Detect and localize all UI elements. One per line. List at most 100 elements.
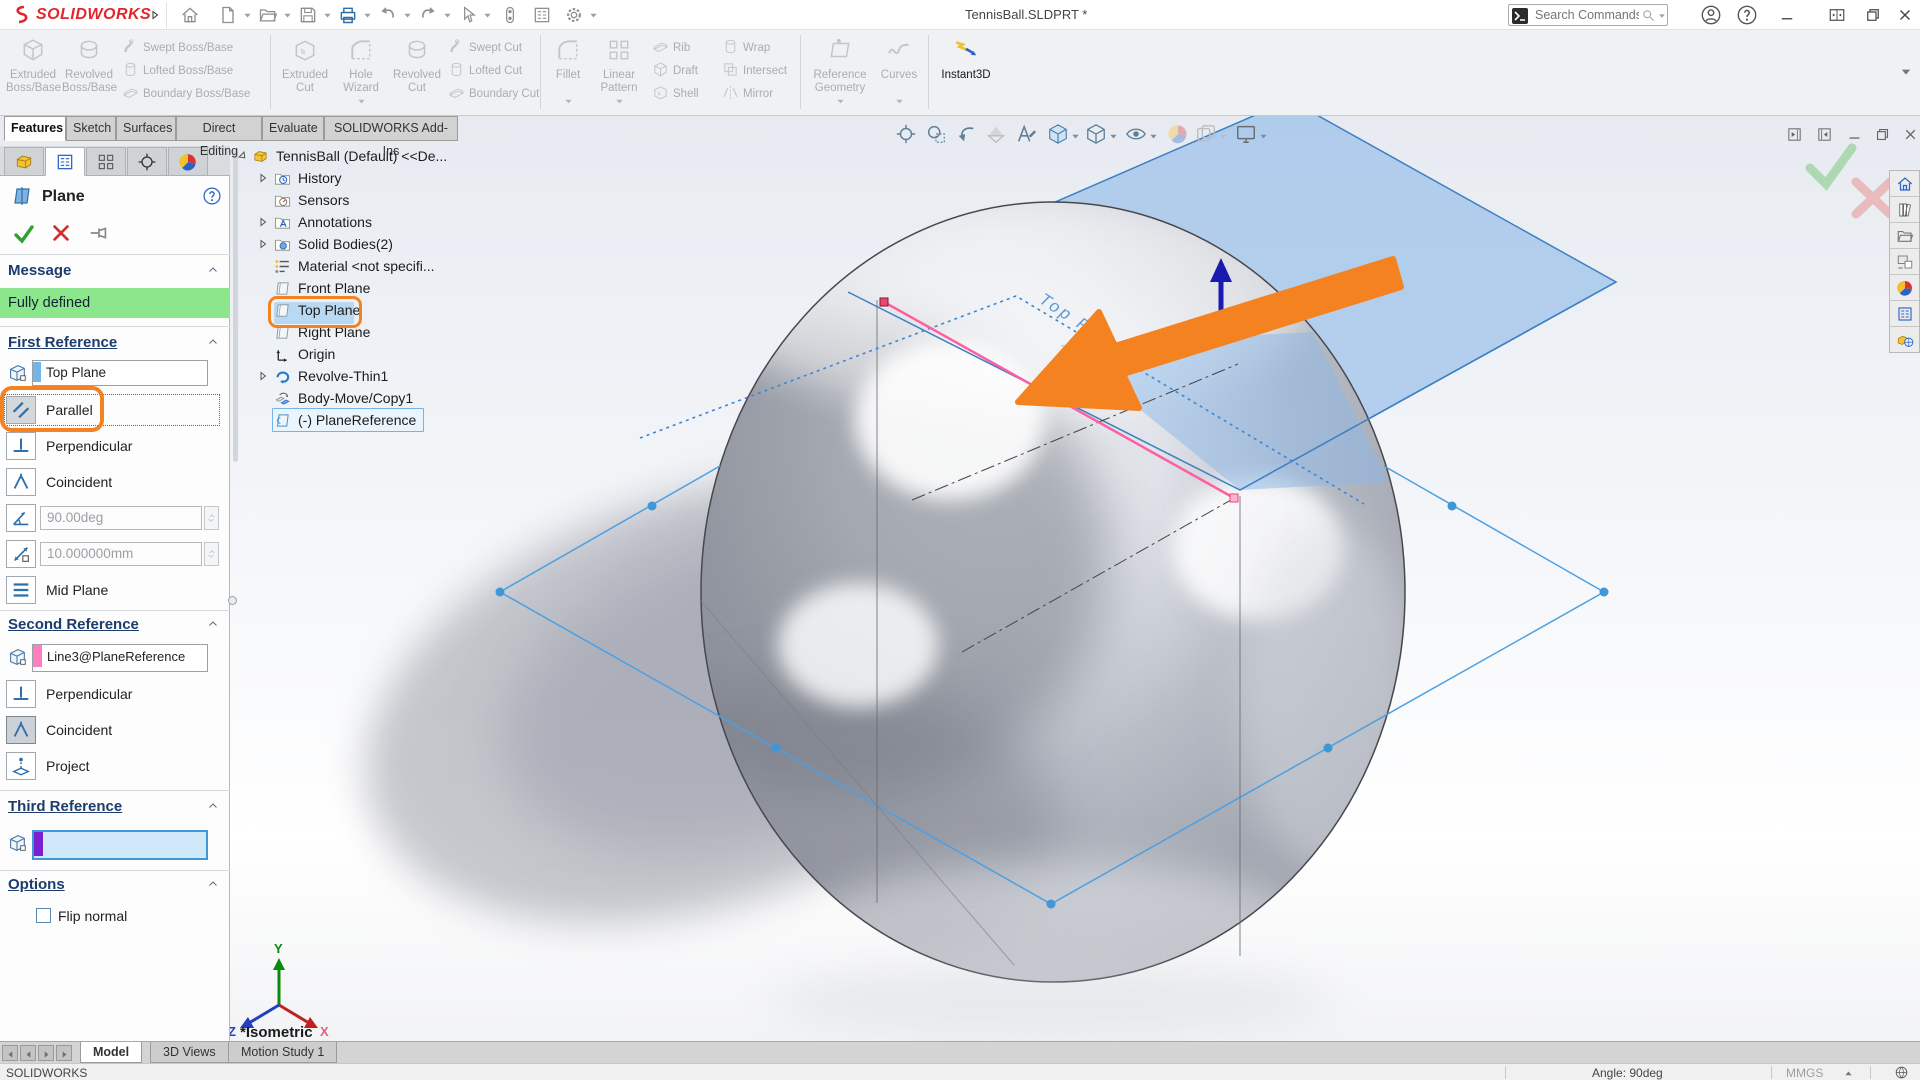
- revolved-cut-button[interactable]: RevolvedCut: [390, 34, 444, 110]
- apply-scene-icon[interactable]: [1195, 123, 1217, 145]
- linear-pattern-caret-icon[interactable]: [615, 97, 624, 106]
- offset-distance-button[interactable]: [6, 540, 36, 568]
- select-caret-icon[interactable]: [483, 11, 492, 20]
- options-caret-icon[interactable]: [589, 11, 598, 20]
- ok-button[interactable]: [12, 222, 36, 246]
- mirror-button[interactable]: Mirror: [722, 84, 773, 106]
- swept-cut-button[interactable]: Swept Cut: [448, 38, 522, 60]
- cancel-button[interactable]: [50, 222, 72, 244]
- previous-view-icon[interactable]: [955, 123, 977, 145]
- print-caret-icon[interactable]: [363, 11, 372, 20]
- boundary-cut-button[interactable]: Boundary Cut: [448, 84, 539, 106]
- edit-appearance-icon[interactable]: [1167, 123, 1189, 145]
- options-collapse-icon[interactable]: [207, 878, 219, 890]
- first-reference-selection-box[interactable]: Top Plane: [32, 360, 208, 386]
- hide-show-caret-icon[interactable]: [1149, 132, 1158, 141]
- minimize-window-icon[interactable]: [1778, 6, 1796, 24]
- taskpane-appearances-button[interactable]: [1890, 275, 1919, 301]
- first-coincident-button[interactable]: [6, 468, 36, 496]
- lofted-cut-button[interactable]: Lofted Cut: [448, 61, 522, 83]
- expand-icon[interactable]: [258, 239, 268, 249]
- logo-expand-icon[interactable]: [150, 10, 160, 20]
- panel-tab-features-tree[interactable]: [4, 147, 44, 176]
- doc-restore-icon[interactable]: [1874, 126, 1891, 143]
- taskpane-design-library-button[interactable]: [1890, 197, 1919, 223]
- fillet-caret-icon[interactable]: [564, 97, 573, 106]
- undo-caret-icon[interactable]: [403, 11, 412, 20]
- draft-button[interactable]: Draft: [652, 61, 698, 83]
- ribbon-collapse-icon[interactable]: [1900, 66, 1912, 78]
- second-reference-selection-box[interactable]: Line3@PlaneReference: [32, 644, 208, 672]
- message-header[interactable]: Message: [8, 262, 71, 279]
- panel-tab-configurations[interactable]: [86, 147, 126, 176]
- user-account-icon[interactable]: [1700, 4, 1722, 26]
- new-document-icon[interactable]: [218, 5, 238, 25]
- third-reference-collapse-icon[interactable]: [207, 800, 219, 812]
- panel-tab-property-manager[interactable]: [45, 147, 85, 176]
- home-icon[interactable]: [180, 5, 200, 25]
- hide-show-items-icon[interactable]: [1125, 123, 1147, 145]
- nav-last-icon[interactable]: [56, 1045, 72, 1061]
- second-coincident-button[interactable]: [6, 716, 36, 744]
- shell-button[interactable]: Shell: [652, 84, 699, 106]
- second-reference-collapse-icon[interactable]: [207, 618, 219, 630]
- search-icon[interactable]: [1641, 8, 1656, 23]
- first-reference-header[interactable]: First Reference: [8, 334, 117, 351]
- save-icon[interactable]: [298, 5, 318, 25]
- magnet-toggle-icon[interactable]: [500, 5, 520, 25]
- tab-surfaces[interactable]: Surfaces: [116, 116, 176, 141]
- reference-geometry-button[interactable]: ReferenceGeometry: [808, 34, 872, 110]
- pin-button[interactable]: [88, 222, 110, 244]
- second-reference-header[interactable]: Second Reference: [8, 616, 139, 633]
- expand-icon[interactable]: [258, 173, 268, 183]
- intersect-button[interactable]: Intersect: [722, 61, 787, 83]
- view-settings-icon[interactable]: [1235, 123, 1257, 145]
- nav-prev-icon[interactable]: [20, 1045, 36, 1061]
- taskpane-home-button[interactable]: [1890, 171, 1919, 197]
- panel-tab-dimxpert[interactable]: [127, 147, 167, 176]
- options-gear-icon[interactable]: [564, 5, 584, 25]
- status-tag-icon[interactable]: [1894, 1065, 1909, 1080]
- curves-button[interactable]: Curves: [876, 34, 922, 110]
- wrap-button[interactable]: Wrap: [722, 38, 770, 60]
- doc-close-icon[interactable]: [1902, 126, 1919, 143]
- properties-icon[interactable]: [532, 5, 552, 25]
- display-style-caret-icon[interactable]: [1109, 132, 1118, 141]
- extruded-boss-base-button[interactable]: ExtrudedBoss/Base: [6, 34, 60, 110]
- hole-wizard-caret-icon[interactable]: [357, 97, 366, 106]
- search-caret-icon[interactable]: [1658, 12, 1666, 20]
- taskpane-custom-properties-button[interactable]: [1890, 301, 1919, 327]
- linear-pattern-button[interactable]: LinearPattern: [592, 34, 646, 110]
- view-orientation-icon[interactable]: [1047, 123, 1069, 145]
- taskpane-resources-button[interactable]: [1890, 327, 1919, 353]
- curves-caret-icon[interactable]: [895, 97, 904, 106]
- offset-spinner[interactable]: [204, 542, 219, 566]
- third-reference-header[interactable]: Third Reference: [8, 798, 122, 815]
- panel-help-icon[interactable]: [202, 186, 222, 206]
- rib-button[interactable]: Rib: [652, 38, 690, 60]
- first-reference-collapse-icon[interactable]: [207, 336, 219, 348]
- angle-spinner[interactable]: [204, 506, 219, 530]
- tab-evaluate[interactable]: Evaluate: [262, 116, 324, 141]
- tab-direct-editing[interactable]: Direct Editing: [176, 116, 262, 141]
- tab-sketch[interactable]: Sketch: [66, 116, 116, 141]
- message-collapse-icon[interactable]: [207, 264, 219, 276]
- save-caret-icon[interactable]: [323, 11, 332, 20]
- new-document-caret-icon[interactable]: [243, 11, 252, 20]
- taskpane-file-explorer-button[interactable]: [1890, 223, 1919, 249]
- tab-motion-study[interactable]: Motion Study 1: [228, 1042, 337, 1063]
- zoom-to-area-icon[interactable]: [925, 123, 947, 145]
- angle-button[interactable]: [6, 504, 36, 532]
- angle-input[interactable]: 90.00deg: [40, 506, 202, 530]
- doc-minimize-icon[interactable]: [1846, 126, 1863, 143]
- taskpane-view-palette-button[interactable]: [1890, 249, 1919, 275]
- tab-features[interactable]: Features: [4, 116, 66, 141]
- third-reference-selection-box[interactable]: [32, 830, 208, 860]
- close-window-icon[interactable]: [1896, 6, 1914, 24]
- search-input[interactable]: [1535, 6, 1639, 24]
- print-icon[interactable]: [338, 5, 358, 25]
- left-pane-icon[interactable]: [1786, 126, 1803, 143]
- units-caret-icon[interactable]: [1844, 1069, 1853, 1078]
- panel-splitter-handle[interactable]: [228, 596, 237, 605]
- instant3d-button[interactable]: Instant3D: [936, 34, 996, 110]
